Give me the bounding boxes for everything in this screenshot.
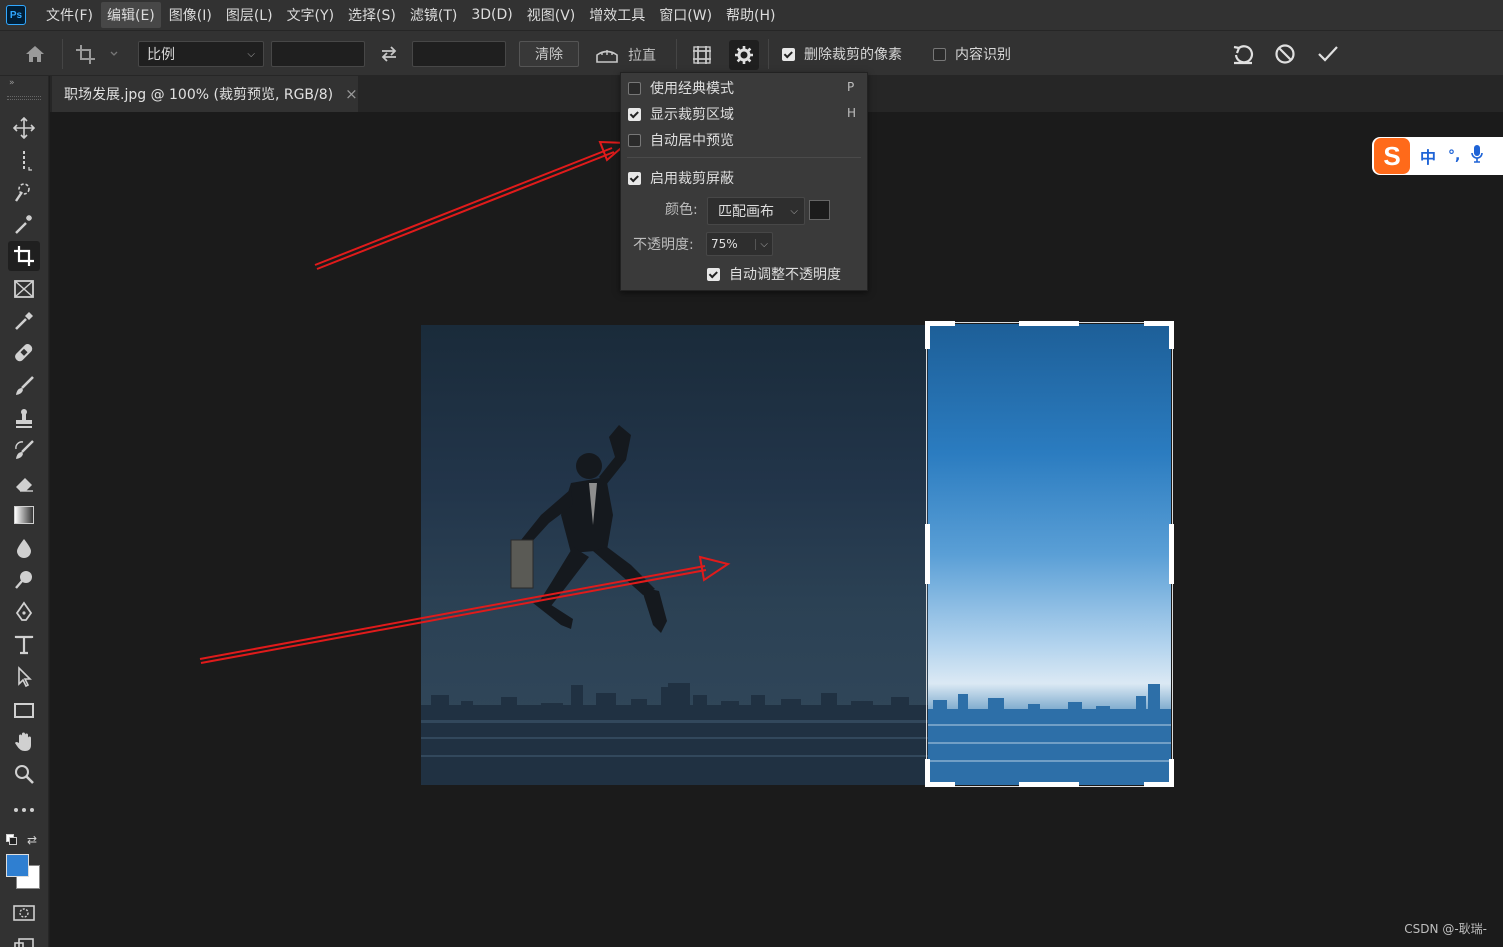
- classic-mode-label: 使用经典模式: [650, 81, 734, 97]
- color-label: 颜色:: [665, 202, 698, 218]
- annotation-arrowhead-lower: [698, 555, 731, 582]
- chevron-down-icon: ⌵: [790, 205, 798, 217]
- enable-shield-check[interactable]: [628, 171, 641, 185]
- auto-center-option[interactable]: 自动居中预览: [628, 130, 734, 150]
- watermark: CSDN @-耿瑞-: [1404, 922, 1487, 936]
- show-crop-area-option[interactable]: 显示裁剪区域: [628, 104, 734, 124]
- annotation-arrow-lower: [199, 565, 707, 664]
- ime-punctuation[interactable]: °,: [1448, 148, 1460, 164]
- auto-center-label: 自动居中预览: [650, 133, 734, 149]
- opacity-label: 不透明度:: [633, 237, 694, 253]
- ime-mode-label[interactable]: 中: [1420, 144, 1436, 168]
- menu-divider: [627, 157, 861, 158]
- show-crop-area-label: 显示裁剪区域: [650, 107, 734, 123]
- show-crop-area-check[interactable]: [628, 107, 641, 121]
- opacity-value: 75%: [711, 237, 738, 251]
- auto-adjust-opacity-label: 自动调整不透明度: [729, 267, 841, 283]
- shield-color-value: 匹配画布: [718, 204, 774, 220]
- auto-adjust-opacity-option[interactable]: 自动调整不透明度: [707, 264, 841, 284]
- sogou-logo: S: [1374, 138, 1410, 174]
- ime-toolbar[interactable]: S 中 °,: [1372, 137, 1503, 175]
- show-crop-area-shortcut: H: [847, 106, 857, 120]
- annotation-arrow-upper: [314, 147, 615, 270]
- enable-shield-label: 启用裁剪屏蔽: [650, 171, 734, 187]
- auto-adjust-opacity-check[interactable]: [707, 267, 720, 281]
- classic-mode-option[interactable]: 使用经典模式: [628, 78, 734, 98]
- enable-shield-option[interactable]: 启用裁剪屏蔽: [628, 168, 734, 188]
- auto-center-check[interactable]: [628, 133, 641, 147]
- shield-color-swatch[interactable]: [809, 200, 830, 220]
- opacity-field[interactable]: 75% ⌵: [706, 232, 773, 256]
- shield-color-select[interactable]: 匹配画布 ⌵: [707, 197, 805, 225]
- classic-mode-shortcut: P: [847, 80, 855, 94]
- chevron-down-icon[interactable]: ⌵: [755, 238, 768, 250]
- microphone-icon[interactable]: [1470, 144, 1484, 168]
- crop-settings-menu: 使用经典模式 P 显示裁剪区域 H 自动居中预览 启用裁剪屏蔽 颜色: 匹配画布…: [620, 72, 868, 291]
- classic-mode-check[interactable]: [628, 81, 641, 95]
